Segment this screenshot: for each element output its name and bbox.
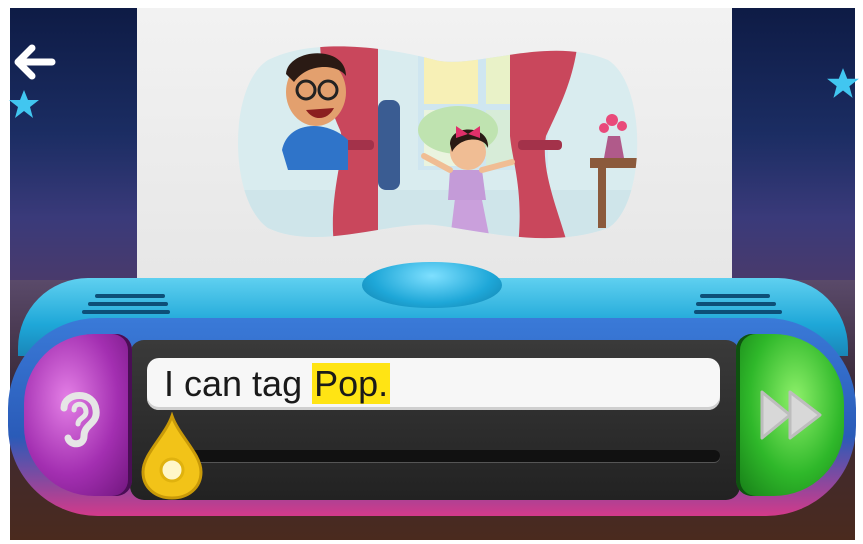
progress-track[interactable]: [188, 450, 720, 462]
highlighted-word[interactable]: Pop.: [312, 363, 391, 404]
sentence-plain: I can tag: [164, 363, 303, 404]
slider-drop-icon: [141, 411, 203, 500]
back-button[interactable]: [12, 42, 58, 82]
speaker-vent-right: [700, 294, 770, 298]
back-arrow-icon: [14, 44, 56, 80]
ear-icon: [60, 392, 100, 448]
star-icon: [827, 68, 859, 98]
speaker-vent-left: [88, 302, 168, 306]
sentence-text: I can tag Pop.: [164, 360, 391, 408]
star-icon: [9, 90, 39, 118]
speaker-vent-right: [694, 310, 782, 314]
story-illustration: [238, 46, 638, 239]
progress-slider-handle[interactable]: [139, 411, 205, 500]
reader-scene: I can tag Pop.: [0, 0, 863, 544]
listen-button[interactable]: [24, 334, 132, 496]
speaker-vent-left: [95, 294, 165, 298]
console-knob: [362, 262, 502, 308]
speaker-vent-right: [696, 302, 776, 306]
fast-forward-icon: [760, 390, 822, 440]
speaker-vent-left: [82, 310, 170, 314]
night-sky-right: [722, 8, 855, 288]
